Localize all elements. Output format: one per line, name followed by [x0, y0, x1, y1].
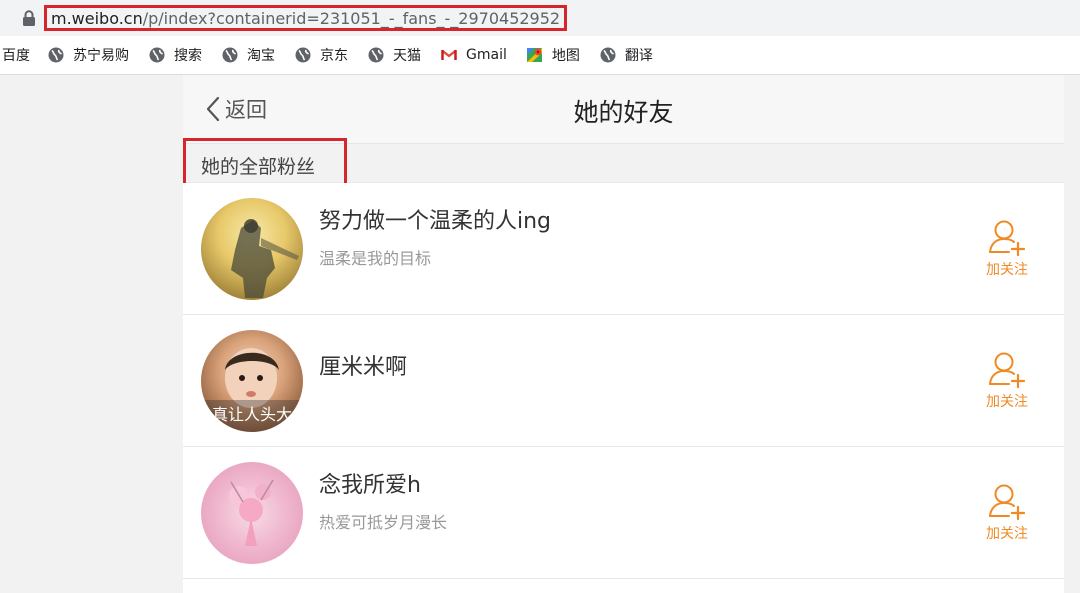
bookmark-label: 京东 [320, 48, 348, 64]
gmail-icon [441, 49, 457, 60]
bookmark-label: 淘宝 [247, 48, 275, 64]
bookmark-label: 搜索 [174, 48, 202, 64]
globe-icon [222, 47, 238, 63]
url-host: m.weibo.cn [51, 8, 143, 28]
url-path: /p/index?containerid=231051_-_fans_-_297… [142, 8, 561, 28]
globe-icon [368, 47, 384, 63]
globe-icon [295, 47, 311, 63]
bookmark-label: 翻译 [624, 48, 653, 64]
follow-button[interactable]: 加关注 [984, 219, 1030, 279]
bookmark-suning[interactable]: 苏宁易购 [48, 36, 129, 74]
avatar-figure-image [231, 219, 299, 298]
bookmark-search[interactable]: 搜索 [149, 36, 202, 74]
follow-label: 加关注 [986, 526, 1028, 542]
follow-button[interactable]: 加关注 [984, 483, 1030, 543]
bookmark-label: Gmail [466, 47, 507, 63]
fans-list: 努力做一个温柔的人ing 温柔是我的目标 加关注 真让人头大 厘米米啊 加关注 … [183, 183, 1064, 579]
maps-icon [526, 48, 542, 62]
fan-name[interactable]: 努力做一个温柔的人ing [319, 203, 551, 235]
lock-icon [23, 10, 35, 26]
follow-button[interactable]: 加关注 [984, 351, 1030, 411]
bookmark-maps[interactable]: 地图 [526, 36, 580, 74]
fan-name[interactable]: 厘米米啊 [319, 349, 407, 381]
list-item[interactable]: 念我所爱h 热爱可抵岁月漫长 加关注 [183, 447, 1064, 579]
bookmark-taobao[interactable]: 淘宝 [222, 36, 275, 74]
fan-description: 温柔是我的目标 [319, 249, 432, 268]
avatar-baby-image: 真让人头大 [201, 348, 303, 432]
bookmark-gmail[interactable]: Gmail [441, 36, 507, 74]
avatar-flowers-image [229, 479, 274, 546]
globe-icon [600, 47, 616, 63]
bookmark-label: 百度 [2, 48, 30, 64]
avatar[interactable] [201, 198, 303, 300]
bookmark-label: 地图 [551, 48, 580, 64]
globe-icon [149, 47, 165, 63]
fan-name[interactable]: 念我所爱h [319, 467, 421, 499]
bookmarks-bar: 百度 苏宁易购 搜索 淘宝 京东 天猫 Gmail 地图 翻译 [0, 36, 1080, 75]
list-item[interactable]: 真让人头大 厘米米啊 加关注 [183, 315, 1064, 447]
browser-address-bar: m.weibo.cn/p/index?containerid=231051_-_… [0, 0, 1080, 36]
follow-label: 加关注 [986, 262, 1028, 278]
avatar[interactable] [201, 462, 303, 564]
weibo-page: 返回 她的好友 她的全部粉丝 努力做一个温柔的人ing 温柔是我的目标 加关注 … [183, 75, 1064, 593]
avatar[interactable]: 真让人头大 [201, 330, 303, 432]
section-header: 她的全部粉丝 [183, 138, 1064, 192]
globe-icon [48, 47, 64, 63]
add-user-icon [989, 352, 1026, 389]
bookmark-jd[interactable]: 京东 [295, 36, 348, 74]
avatar-caption: 真让人头大 [212, 405, 292, 424]
add-user-icon [989, 220, 1026, 257]
url-field[interactable]: m.weibo.cn/p/index?containerid=231051_-_… [44, 5, 568, 31]
list-item[interactable]: 努力做一个温柔的人ing 温柔是我的目标 加关注 [183, 183, 1064, 315]
follow-label: 加关注 [986, 394, 1028, 410]
page-title: 她的好友 [573, 98, 674, 127]
add-user-icon [989, 484, 1026, 521]
bookmark-label: 苏宁易购 [73, 48, 129, 64]
fan-description: 热爱可抵岁月漫长 [319, 513, 448, 532]
top-nav-bar: 返回 她的好友 [183, 75, 1064, 144]
bookmark-translate[interactable]: 翻译 [600, 36, 653, 74]
bookmark-label: 天猫 [393, 48, 421, 64]
bookmark-tmall[interactable]: 天猫 [368, 36, 421, 74]
bookmark-baidu[interactable]: 百度 [0, 36, 30, 74]
